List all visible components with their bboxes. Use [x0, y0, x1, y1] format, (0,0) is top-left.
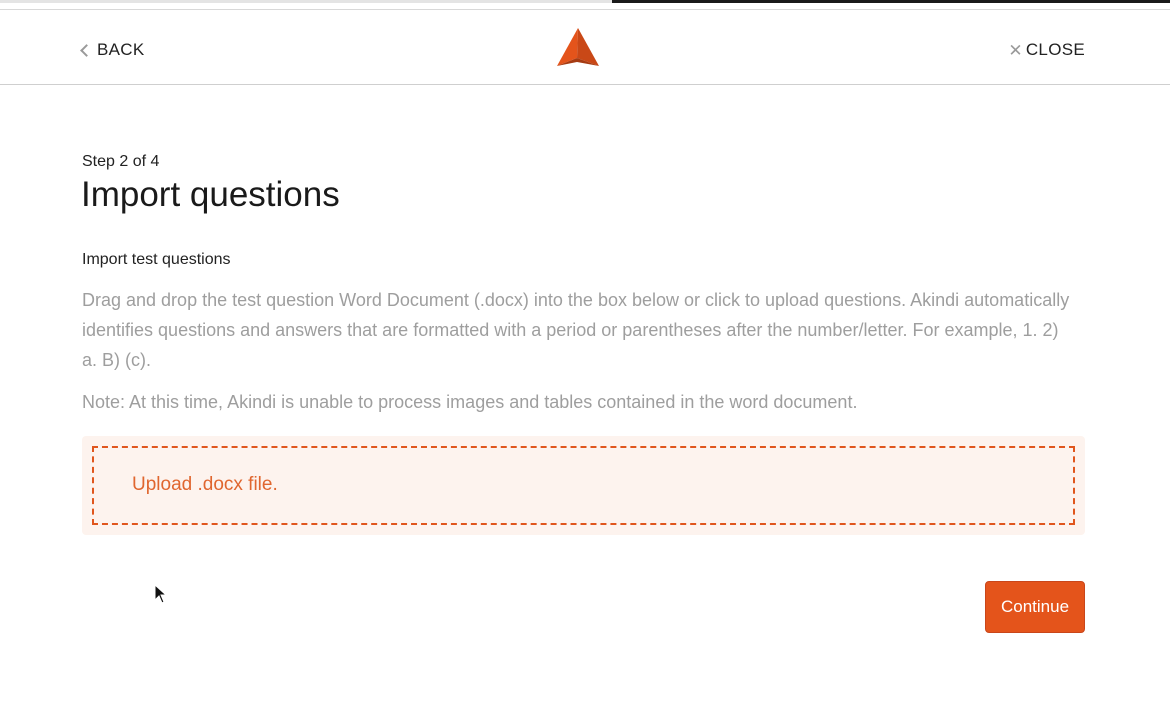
upload-dropzone-container: Upload .docx file.: [82, 436, 1085, 535]
window-edge-line: [612, 0, 1170, 3]
section-subheading: Import test questions: [82, 251, 231, 268]
upload-dropzone[interactable]: Upload .docx file.: [92, 446, 1075, 525]
top-bar: BACK ✕ CLOSE: [0, 10, 1170, 85]
close-label: CLOSE: [1025, 40, 1085, 59]
upload-label: Upload .docx file.: [132, 474, 278, 495]
chevron-left-icon: [80, 44, 93, 57]
close-icon: ✕: [1008, 40, 1023, 60]
tab-strip-line: [0, 0, 612, 3]
continue-button[interactable]: Continue: [985, 581, 1085, 633]
instructions-text: Drag and drop the test question Word Doc…: [82, 290, 1070, 370]
step-indicator: Step 2 of 4: [82, 153, 160, 170]
akindi-logo: [557, 28, 599, 66]
close-button[interactable]: ✕ CLOSE: [1008, 40, 1085, 60]
mouse-pointer-icon: [154, 584, 168, 604]
back-label: BACK: [97, 40, 145, 59]
note-text: Note: At this time, Akindi is unable to …: [82, 392, 858, 412]
back-button[interactable]: BACK: [80, 40, 145, 60]
browser-top-strip: [0, 0, 1170, 10]
page-title: Import questions: [81, 175, 340, 214]
